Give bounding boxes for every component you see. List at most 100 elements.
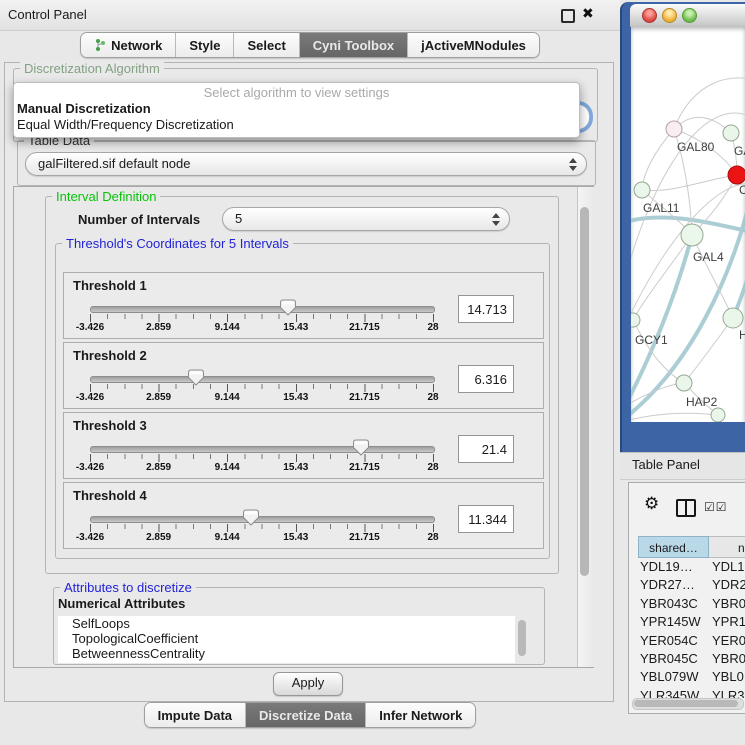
attribute-list-item[interactable]: SelfLoops <box>58 616 515 631</box>
attribute-list-item[interactable]: BetweennessCentrality <box>58 646 515 661</box>
tab-discretize-data[interactable]: Discretize Data <box>245 703 365 727</box>
column-header-name[interactable]: n <box>709 536 745 558</box>
tick-label: 15.43 <box>283 532 308 543</box>
network-node-GAL11[interactable] <box>634 182 650 198</box>
slider-thumb[interactable] <box>353 439 369 456</box>
stepper-icon <box>492 213 500 226</box>
float-window-icon[interactable] <box>561 9 575 23</box>
threshold-label: Threshold 2 <box>73 348 147 363</box>
table-row[interactable]: YPR145WYPR1 <box>630 613 745 631</box>
table-row[interactable]: YDR27…YDR2 <box>630 576 745 594</box>
table-rows: YDL19…YDL1YDR27…YDR2YBR043CYBR0YPR145WYP… <box>630 558 745 698</box>
number-of-intervals-combobox[interactable]: 5 <box>222 207 510 231</box>
network-canvas[interactable]: GAL80GACGAL11GAL4GCY1HHAP2 <box>631 26 745 422</box>
close-traffic-light-icon[interactable] <box>642 8 657 23</box>
group-title: Attributes to discretize <box>60 580 196 595</box>
control-panel-titlebar: Control Panel ✖ <box>0 0 620 31</box>
tab-select[interactable]: Select <box>233 33 298 57</box>
numerical-attributes-list[interactable]: SelfLoopsTopologicalCoefficientBetweenne… <box>58 616 515 663</box>
tab-jactivemnodules[interactable]: jActiveMNodules <box>407 33 539 57</box>
network-node-GAL80[interactable] <box>666 121 682 137</box>
cell-shared-name: YBL079W <box>630 668 712 686</box>
tick-label: 2.859 <box>146 322 171 333</box>
cell-shared-name: YDL19… <box>630 558 712 576</box>
numerical-attributes-label: Numerical Attributes <box>58 596 185 611</box>
tab-cyni-toolbox[interactable]: Cyni Toolbox <box>299 33 407 57</box>
tick-label: 2.859 <box>146 392 171 403</box>
attributes-scrollbar-thumb[interactable] <box>518 620 526 656</box>
cell-shared-name: YBR043C <box>630 595 712 613</box>
table-row[interactable]: YBR043CYBR0 <box>630 595 745 613</box>
dropdown-hint: Select algorithm to view settings <box>14 85 579 101</box>
threshold-panel: Threshold 3 -3.4262.8599.14415.4321.7152… <box>63 412 544 479</box>
slider-track[interactable] <box>90 446 435 453</box>
vertical-scrollbar-thumb[interactable] <box>580 207 589 576</box>
tab-label: Style <box>189 38 220 53</box>
threshold-value-field[interactable]: 6.316 <box>458 365 514 393</box>
tick-label: 9.144 <box>215 392 240 403</box>
tab-impute-data[interactable]: Impute Data <box>145 703 245 727</box>
split-columns-icon[interactable] <box>676 499 696 517</box>
slider-track[interactable] <box>90 376 435 383</box>
network-node-C[interactable] <box>728 166 745 184</box>
zoom-traffic-light-icon[interactable] <box>682 8 697 23</box>
dropdown-option-manual[interactable]: Manual Discretization <box>14 101 579 117</box>
node-label: H <box>739 328 745 342</box>
table-row[interactable]: YBR045CYBR0 <box>630 650 745 668</box>
tab-network[interactable]: Network <box>81 33 175 57</box>
tick-label: 15.43 <box>283 462 308 473</box>
table-row[interactable]: YLR345WYLR3 <box>630 687 745 698</box>
table-row[interactable]: YBL079WYBL0 <box>630 668 745 686</box>
horizontal-scrollbar-thumb[interactable] <box>634 700 738 707</box>
network-icon <box>94 38 106 52</box>
cell-name: YBR0 <box>712 650 745 668</box>
minimize-traffic-light-icon[interactable] <box>662 8 677 23</box>
group-title: Discretization Algorithm <box>20 61 164 76</box>
slider-thumb[interactable] <box>280 299 296 316</box>
node-label: HAP2 <box>686 395 718 409</box>
table-row[interactable]: YER054CYER0 <box>630 632 745 650</box>
threshold-value-field[interactable]: 14.713 <box>458 295 514 323</box>
table-row[interactable]: YDL19…YDL1 <box>630 558 745 576</box>
slider-major-ticks <box>90 314 435 322</box>
dropdown-option-equal-width[interactable]: Equal Width/Frequency Discretization <box>14 117 579 133</box>
tick-label: 28 <box>427 322 438 333</box>
tick-label: 28 <box>427 462 438 473</box>
threshold-value-field[interactable]: 21.4 <box>458 435 514 463</box>
slider-track[interactable] <box>90 306 435 313</box>
node-label: GAL4 <box>693 250 724 264</box>
cell-name: YDL1 <box>712 558 745 576</box>
network-node-GAL4[interactable] <box>681 224 703 246</box>
column-header-shared-name[interactable]: shared… <box>638 536 709 558</box>
slider-major-ticks <box>90 384 435 392</box>
threshold-label: Threshold 1 <box>73 278 147 293</box>
slider-major-ticks <box>90 524 435 532</box>
slider-thumb[interactable] <box>188 369 204 386</box>
tick-label: -3.426 <box>76 532 104 543</box>
cell-shared-name: YDR27… <box>630 576 712 594</box>
tab-infer-network[interactable]: Infer Network <box>365 703 475 727</box>
attribute-list-item[interactable]: TopologicalCoefficient <box>58 631 515 646</box>
network-node-GCY1[interactable] <box>631 313 640 327</box>
node-label: GCY1 <box>635 333 668 347</box>
tick-label: 21.715 <box>349 462 380 473</box>
tick-label: 21.715 <box>349 392 380 403</box>
table-data-combobox[interactable]: galFiltered.sif default node <box>25 152 587 176</box>
threshold-value-field[interactable]: 11.344 <box>458 505 514 533</box>
threshold-label: Threshold 3 <box>73 418 147 433</box>
select-columns-checkbox-icons[interactable]: ☑☑ <box>704 500 728 514</box>
tab-style[interactable]: Style <box>175 33 233 57</box>
tick-label: 2.859 <box>146 532 171 543</box>
network-node-H[interactable] <box>723 308 743 328</box>
slider-track[interactable] <box>90 516 435 523</box>
algorithm-dropdown-popup: Select algorithm to view settings Manual… <box>13 82 580 138</box>
apply-button[interactable]: Apply <box>273 672 343 696</box>
group-title: Interval Definition <box>52 189 160 204</box>
network-node-HAP2[interactable] <box>676 375 692 391</box>
slider-thumb[interactable] <box>243 509 259 526</box>
cell-shared-name: YBR045C <box>630 650 712 668</box>
close-icon[interactable]: ✖ <box>582 5 594 22</box>
network-node-GA[interactable] <box>723 125 739 141</box>
gear-icon[interactable]: ⚙ <box>644 494 659 514</box>
network-node[interactable] <box>711 408 725 422</box>
